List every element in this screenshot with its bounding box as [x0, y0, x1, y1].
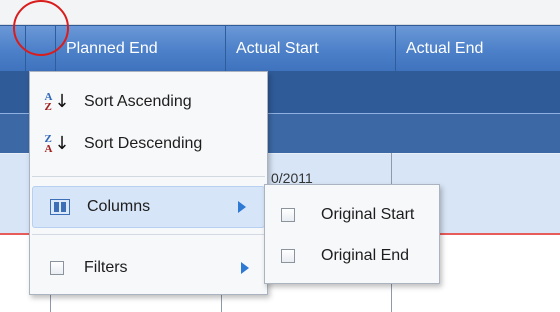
sort-descending-icon: Z A ↓ [44, 133, 70, 155]
menu-item-filters[interactable]: Filters [30, 248, 267, 288]
top-strip [0, 0, 560, 25]
menu-item-sort-ascending[interactable]: A Z ↓ Sort Ascending [30, 82, 267, 122]
submenu-item-original-end[interactable]: Original End [265, 236, 439, 276]
menu-separator [32, 234, 265, 235]
grid-header: Planned End Actual Start Actual End [0, 25, 560, 72]
submenu-arrow-icon [241, 262, 249, 274]
column-header-actual-end[interactable]: Actual End [396, 26, 560, 71]
column-header-actual-start[interactable]: Actual Start [226, 26, 396, 71]
column-header-menu: A Z ↓ Sort Ascending Z A ↓ Sort Descendi [29, 71, 268, 295]
checkbox-icon [40, 255, 74, 281]
menu-item-label: Sort Descending [84, 135, 203, 152]
data-grid-screen: Planned End Actual Start Actual End 0/20… [0, 0, 560, 312]
header-cell-left-partial [0, 26, 26, 71]
submenu-item-original-start[interactable]: Original Start [265, 195, 439, 235]
menu-item-sort-descending[interactable]: Z A ↓ Sort Descending [30, 124, 267, 164]
columns-submenu: Original Start Original End [264, 184, 440, 284]
checkbox[interactable] [281, 249, 295, 263]
menu-item-columns[interactable]: Columns [32, 186, 265, 228]
menu-item-label: Sort Ascending [84, 93, 192, 110]
submenu-item-label: Original End [321, 247, 410, 264]
column-header-planned-end[interactable]: Planned End [56, 26, 226, 71]
submenu-arrow-icon [238, 201, 246, 213]
checkbox[interactable] [281, 208, 295, 222]
sort-ascending-icon: A Z ↓ [44, 91, 70, 113]
menu-item-label: Columns [87, 198, 151, 215]
columns-icon [43, 194, 77, 220]
menu-item-label: Filters [84, 259, 128, 276]
submenu-item-label: Original Start [321, 206, 415, 223]
column-menu-trigger-cell[interactable] [26, 26, 56, 71]
menu-separator [32, 176, 265, 177]
